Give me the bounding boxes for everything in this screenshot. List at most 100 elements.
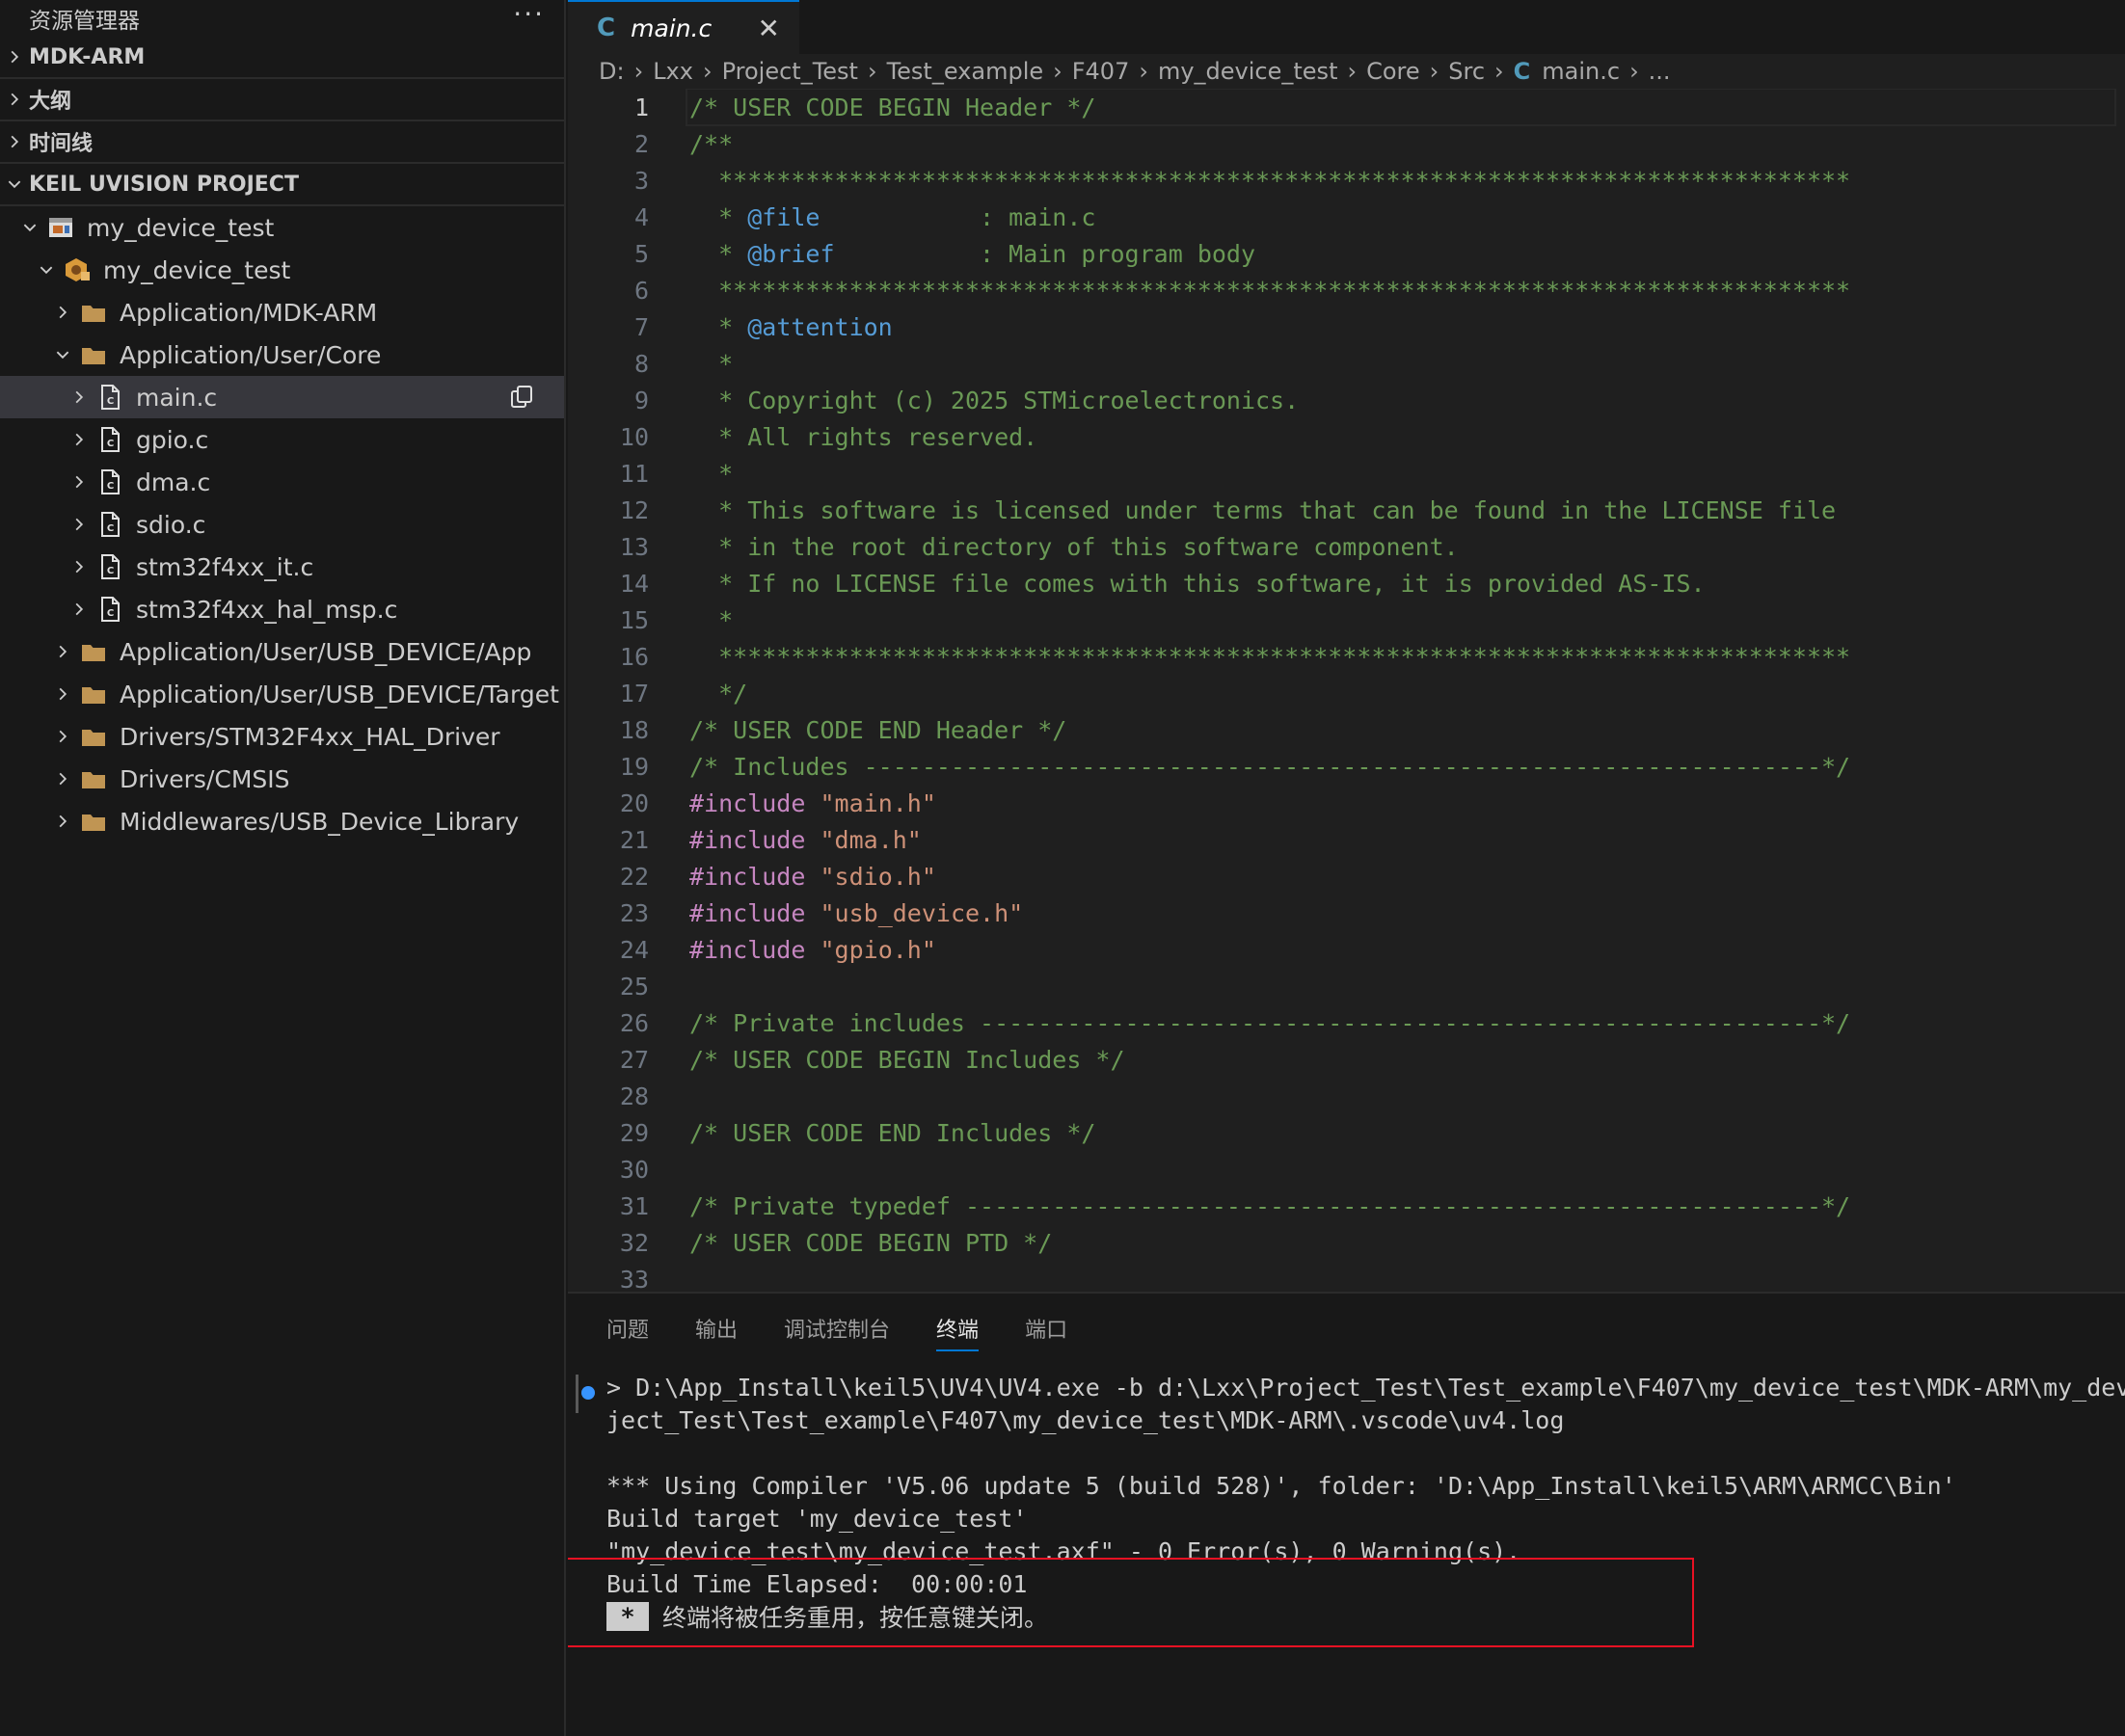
tree-item[interactable]: Cstm32f4xx_hal_msp.c: [0, 588, 564, 630]
chevron-right-icon[interactable]: [0, 91, 29, 108]
code-text: *: [689, 349, 734, 378]
section-keil-uvision-project[interactable]: KEIL UVISION PROJECT: [0, 164, 564, 206]
tree-item[interactable]: Cgpio.c: [0, 418, 564, 461]
panel-tab[interactable]: 输出: [695, 1309, 738, 1348]
line-number: 10: [619, 422, 649, 451]
code-text: *: [689, 459, 734, 488]
breadcrumb-item[interactable]: Test_example: [887, 58, 1044, 85]
chevron-right-icon[interactable]: [48, 770, 77, 788]
line-number: 13: [619, 532, 649, 561]
c-file-icon: C: [1513, 58, 1531, 85]
chevron-right-icon[interactable]: [65, 516, 94, 533]
breadcrumb-item[interactable]: Lxx: [653, 58, 693, 85]
line-number: 16: [619, 642, 649, 671]
tree-item[interactable]: Application/MDK-ARM: [0, 291, 564, 334]
terminal-line: Build target 'my_device_test': [606, 1504, 1028, 1533]
code-text: #include "sdio.h": [689, 862, 936, 891]
file-c-icon: C: [94, 593, 126, 626]
target-icon: [61, 254, 94, 286]
line-number: 5: [633, 239, 649, 268]
chevron-right-icon[interactable]: [65, 388, 94, 406]
tree-item-label: Drivers/STM32F4xx_HAL_Driver: [120, 722, 500, 751]
breadcrumb-item[interactable]: Src: [1448, 58, 1485, 85]
code-editor[interactable]: 1/* USER CODE BEGIN Header */2/** 3 *****…: [568, 89, 2125, 1292]
copy-icon[interactable]: [508, 384, 535, 411]
code-text: /* USER CODE BEGIN Header */: [685, 89, 2118, 126]
tree-item-label: Middlewares/USB_Device_Library: [120, 807, 520, 836]
tree-item[interactable]: Application/User/USB_DEVICE/Target: [0, 673, 564, 715]
terminal[interactable]: > D:\App_Install\keil5\UV4\UV4.exe -b d:…: [568, 1363, 2125, 1736]
breadcrumb-item[interactable]: my_device_test: [1158, 58, 1338, 85]
breadcrumb-item[interactable]: Project_Test: [722, 58, 858, 85]
panel-tab[interactable]: 调试控制台: [784, 1309, 890, 1348]
code-line: 30: [568, 1151, 2125, 1188]
tree-item[interactable]: Cmain.c: [0, 376, 564, 418]
more-actions-icon[interactable]: ···: [513, 1, 545, 28]
tab-main-c[interactable]: C main.c ✕: [568, 0, 799, 54]
chevron-right-icon[interactable]: [48, 728, 77, 745]
tree-item[interactable]: my_device_test: [0, 249, 564, 291]
tree-item[interactable]: Application/User/USB_DEVICE/App: [0, 630, 564, 673]
chevron-right-icon[interactable]: [48, 685, 77, 703]
folder-icon: [77, 296, 110, 329]
c-file-icon: C: [597, 13, 616, 42]
terminal-line: "my_device_test\my_device_test.axf" - 0 …: [606, 1536, 1521, 1565]
panel-tab[interactable]: 端口: [1025, 1309, 1067, 1348]
chevron-right-icon[interactable]: [0, 48, 29, 66]
section-mdk-arm[interactable]: MDK-ARM: [0, 37, 564, 79]
section-大纲[interactable]: 大纲: [0, 79, 564, 121]
tree-item[interactable]: Csdio.c: [0, 503, 564, 546]
project-icon: [44, 211, 77, 244]
line-number: 15: [619, 605, 649, 634]
tree-item[interactable]: my_device_test: [0, 206, 564, 249]
chevron-down-icon[interactable]: [15, 219, 44, 236]
code-line: 32 /* USER CODE BEGIN PTD */: [568, 1224, 2125, 1261]
file-c-icon: C: [94, 466, 126, 498]
breadcrumb-item[interactable]: Core: [1366, 58, 1420, 85]
line-number: 30: [619, 1155, 649, 1184]
tree-item[interactable]: Drivers/STM32F4xx_HAL_Driver: [0, 715, 564, 758]
chevron-right-icon[interactable]: [65, 558, 94, 575]
tree-item[interactable]: Application/User/Core: [0, 334, 564, 376]
chevron-down-icon[interactable]: [0, 175, 29, 193]
chevron-down-icon[interactable]: [32, 261, 61, 279]
line-number: 12: [619, 495, 649, 524]
chevron-right-icon[interactable]: [65, 473, 94, 491]
code-line: 13 * in the root directory of this softw…: [568, 528, 2125, 565]
breadcrumb-item[interactable]: F407: [1072, 58, 1130, 85]
tree-item-label: Drivers/CMSIS: [120, 764, 290, 793]
chevron-right-icon: ›: [1629, 58, 1639, 85]
code-line: 21 #include "dma.h": [568, 821, 2125, 858]
section-时间线[interactable]: 时间线: [0, 121, 564, 164]
chevron-right-icon[interactable]: [48, 304, 77, 321]
command-status-dot-icon[interactable]: [581, 1386, 595, 1400]
chevron-right-icon[interactable]: [48, 813, 77, 830]
breadcrumb-more[interactable]: ...: [1649, 58, 1671, 85]
line-number: 26: [619, 1008, 649, 1037]
panel-tab[interactable]: 终端: [936, 1309, 980, 1351]
line-number: 2: [633, 129, 649, 158]
breadcrumb-file[interactable]: main.c: [1542, 58, 1620, 85]
tree-item-label: main.c: [136, 383, 218, 412]
tree-item[interactable]: Cdma.c: [0, 461, 564, 503]
breadcrumb-item[interactable]: D:: [599, 58, 625, 85]
tree-item[interactable]: Drivers/CMSIS: [0, 758, 564, 800]
terminal-line: Build Time Elapsed: 00:00:01: [606, 1569, 1028, 1598]
file-c-icon: C: [94, 381, 126, 414]
code-text: ****************************************…: [689, 276, 1851, 305]
code-line: 11 *: [568, 455, 2125, 492]
code-line: 20 #include "main.h": [568, 785, 2125, 821]
chevron-right-icon[interactable]: [0, 133, 29, 150]
line-number: 29: [619, 1118, 649, 1147]
line-number: 18: [619, 715, 649, 744]
chevron-right-icon[interactable]: [65, 431, 94, 448]
tree-item[interactable]: Middlewares/USB_Device_Library: [0, 800, 564, 842]
close-icon[interactable]: ✕: [758, 13, 780, 44]
tree-item[interactable]: Cstm32f4xx_it.c: [0, 546, 564, 588]
tree-item-label: Application/MDK-ARM: [120, 298, 378, 327]
chevron-down-icon[interactable]: [48, 346, 77, 363]
panel-tab[interactable]: 问题: [606, 1309, 649, 1348]
chevron-right-icon[interactable]: [65, 601, 94, 618]
chevron-right-icon[interactable]: [48, 643, 77, 660]
code-line: 1 /* USER CODE BEGIN Header */: [568, 89, 2125, 126]
